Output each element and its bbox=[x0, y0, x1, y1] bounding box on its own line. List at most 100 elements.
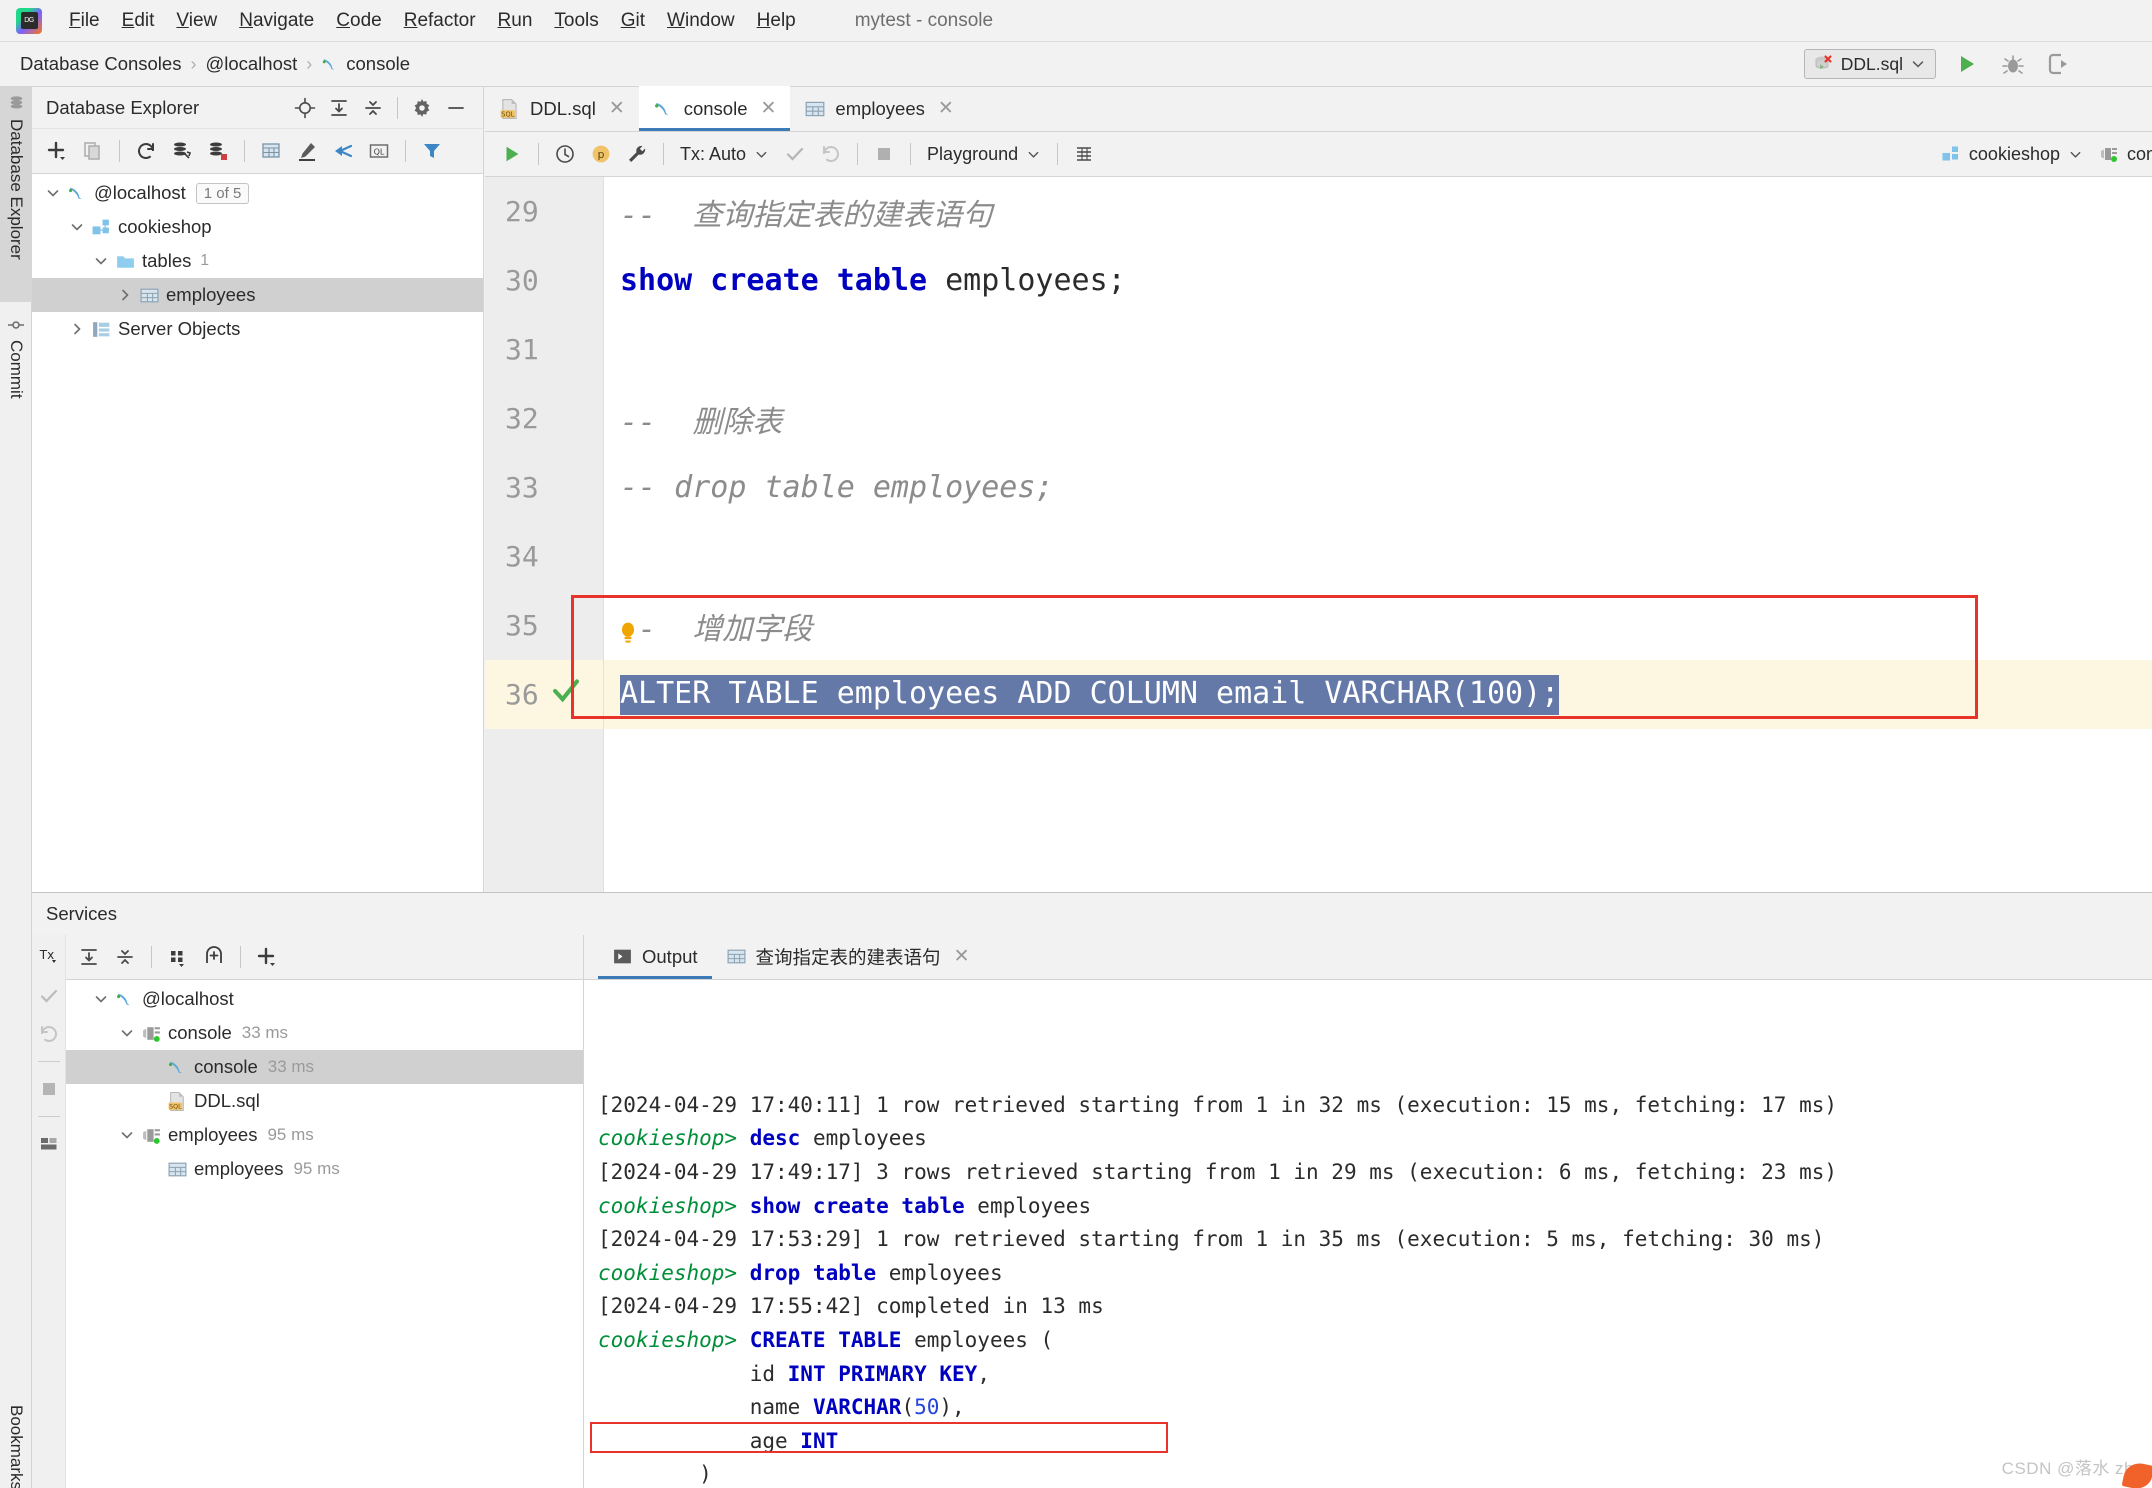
chevron-down-icon[interactable] bbox=[116, 1025, 138, 1041]
breadcrumb-item-console[interactable]: console bbox=[321, 53, 410, 75]
menu-item-git[interactable]: Git bbox=[610, 7, 656, 35]
commit-check-icon[interactable] bbox=[32, 979, 66, 1013]
chevron-down-icon[interactable] bbox=[42, 185, 64, 201]
stop-icon[interactable] bbox=[32, 1072, 66, 1106]
editor-tab-ddl-sql[interactable]: SQL DDL.sql ✕ bbox=[485, 86, 639, 131]
services-tree-item-ddlsql[interactable]: SQL DDL.sql bbox=[66, 1084, 583, 1118]
commit-check-icon[interactable] bbox=[778, 137, 812, 171]
settings-gear-icon[interactable] bbox=[405, 91, 439, 125]
output-tab-result[interactable]: 查询指定表的建表语句 ✕ bbox=[712, 934, 984, 979]
parameters-icon[interactable]: p bbox=[584, 137, 618, 171]
code-line[interactable] bbox=[604, 315, 2152, 384]
add-icon[interactable] bbox=[250, 940, 284, 974]
db-tree-item-localhost[interactable]: @localhost 1 of 5 bbox=[32, 176, 483, 210]
layout-icon[interactable] bbox=[32, 1127, 66, 1161]
db-tree-item-tables[interactable]: tables 1 bbox=[32, 244, 483, 278]
output-console[interactable]: [2024-04-29 17:40:11] 1 row retrieved st… bbox=[584, 980, 2152, 1488]
db-tree-item-serverobjects[interactable]: Server Objects bbox=[32, 312, 483, 346]
sync-icon[interactable] bbox=[165, 134, 199, 168]
copy-icon[interactable] bbox=[76, 134, 110, 168]
tool-tab-bookmarks[interactable]: Bookmarks bbox=[0, 1397, 32, 1488]
expand-all-icon[interactable] bbox=[72, 940, 106, 974]
chevron-right-icon[interactable] bbox=[114, 287, 136, 303]
run-configuration-selector[interactable]: DDL.sql bbox=[1803, 49, 1936, 79]
run-icon[interactable] bbox=[495, 137, 529, 171]
chevron-down-icon[interactable] bbox=[90, 253, 112, 269]
db-tree-item-employees[interactable]: employees bbox=[32, 278, 483, 312]
close-icon[interactable]: ✕ bbox=[938, 97, 954, 120]
breadcrumb-item-localhost[interactable]: @localhost bbox=[205, 53, 297, 75]
close-icon[interactable]: ✕ bbox=[609, 97, 625, 120]
tx-icon[interactable]: Tx bbox=[32, 941, 66, 975]
stop-icon[interactable] bbox=[867, 137, 901, 171]
menu-item-code[interactable]: Code bbox=[325, 7, 392, 35]
menu-item-help[interactable]: Help bbox=[746, 7, 807, 35]
menu-item-tools[interactable]: Tools bbox=[543, 7, 609, 35]
intention-bulb-icon[interactable] bbox=[618, 621, 636, 645]
menu-item-edit[interactable]: Edit bbox=[111, 7, 166, 35]
settings-wrench-icon[interactable] bbox=[620, 137, 654, 171]
chevron-down-icon[interactable] bbox=[66, 219, 88, 235]
rollback-icon[interactable] bbox=[814, 137, 848, 171]
menu-item-run[interactable]: Run bbox=[487, 7, 544, 35]
services-tree-item-employees[interactable]: employees 95 ms bbox=[66, 1118, 583, 1152]
code-line[interactable] bbox=[604, 522, 2152, 591]
menu-item-view[interactable]: View bbox=[165, 7, 228, 35]
data-grid-icon[interactable] bbox=[1067, 137, 1101, 171]
chevron-right-icon[interactable] bbox=[66, 321, 88, 337]
history-icon[interactable] bbox=[548, 137, 582, 171]
collapse-all-icon[interactable] bbox=[108, 940, 142, 974]
close-icon[interactable]: ✕ bbox=[954, 945, 970, 968]
code-line[interactable]: -- 增加字段 bbox=[604, 591, 2152, 660]
rollback-icon[interactable] bbox=[32, 1017, 66, 1051]
tool-tab-commit[interactable]: Commit bbox=[0, 309, 32, 459]
menu-item-refactor[interactable]: Refactor bbox=[393, 7, 487, 35]
db-tree-item-cookieshop[interactable]: cookieshop bbox=[32, 210, 483, 244]
rerun-icon[interactable] bbox=[2042, 47, 2076, 81]
group-icon[interactable] bbox=[161, 940, 195, 974]
menu-item-window[interactable]: Window bbox=[656, 7, 746, 35]
code-line[interactable]: -- drop table employees; bbox=[604, 453, 2152, 522]
transaction-mode-selector[interactable]: Tx: Auto bbox=[673, 144, 776, 165]
run-icon[interactable] bbox=[1950, 47, 1984, 81]
services-tree-item-employees[interactable]: employees 95 ms bbox=[66, 1152, 583, 1186]
schema-selector[interactable]: Playground bbox=[920, 144, 1048, 165]
code-line[interactable]: ALTER TABLE employees ADD COLUMN email V… bbox=[604, 660, 2152, 729]
services-tree-item-console[interactable]: console 33 ms bbox=[66, 1050, 583, 1084]
chevron-down-icon[interactable] bbox=[90, 991, 112, 1007]
hide-panel-icon[interactable] bbox=[439, 91, 473, 125]
code-line[interactable]: -- 查询指定表的建表语句 bbox=[604, 177, 2152, 246]
services-tree[interactable]: @localhost console 33 ms console 33 ms SQL DDL… bbox=[66, 980, 583, 1186]
edit-pencil-icon[interactable] bbox=[290, 134, 324, 168]
output-tab-output[interactable]: Output bbox=[598, 934, 712, 979]
services-tree-item-localhost[interactable]: @localhost bbox=[66, 982, 583, 1016]
datasource-selector[interactable]: cookieshop bbox=[1934, 144, 2090, 165]
menu-item-navigate[interactable]: Navigate bbox=[228, 7, 325, 35]
editor-tab-employees[interactable]: employees ✕ bbox=[790, 86, 967, 131]
breadcrumb-item-database consoles[interactable]: Database Consoles bbox=[20, 53, 181, 75]
jump-to-icon[interactable] bbox=[326, 134, 360, 168]
session-selector[interactable]: console bbox=[2092, 144, 2152, 165]
expand-all-icon[interactable] bbox=[322, 91, 356, 125]
code-content[interactable]: -- 查询指定表的建表语句 show create table employees… bbox=[571, 177, 2152, 892]
refresh-icon[interactable] bbox=[129, 134, 163, 168]
add-icon[interactable] bbox=[40, 134, 74, 168]
chevron-down-icon[interactable] bbox=[1910, 56, 1926, 72]
editor-tab-console[interactable]: console ✕ bbox=[638, 86, 791, 131]
collapse-all-icon[interactable] bbox=[356, 91, 390, 125]
tool-tab-database-explorer[interactable]: Database Explorer bbox=[0, 87, 32, 302]
database-tree[interactable]: @localhost 1 of 5 cookieshop tables 1 employe… bbox=[32, 174, 483, 346]
services-tree-item-console[interactable]: console 33 ms bbox=[66, 1016, 583, 1050]
open-table-icon[interactable] bbox=[254, 134, 288, 168]
query-console-icon[interactable]: QL bbox=[362, 134, 396, 168]
menu-item-file[interactable]: File bbox=[58, 7, 111, 35]
debug-icon[interactable] bbox=[1996, 47, 2030, 81]
filter-icon[interactable] bbox=[415, 134, 449, 168]
add-tab-icon[interactable] bbox=[197, 940, 231, 974]
db-stop-icon[interactable] bbox=[201, 134, 235, 168]
close-icon[interactable]: ✕ bbox=[761, 97, 777, 120]
locate-icon[interactable] bbox=[288, 91, 322, 125]
chevron-down-icon[interactable] bbox=[116, 1127, 138, 1143]
code-line[interactable]: -- 删除表 bbox=[604, 384, 2152, 453]
code-line[interactable]: show create table employees; bbox=[604, 246, 2152, 315]
